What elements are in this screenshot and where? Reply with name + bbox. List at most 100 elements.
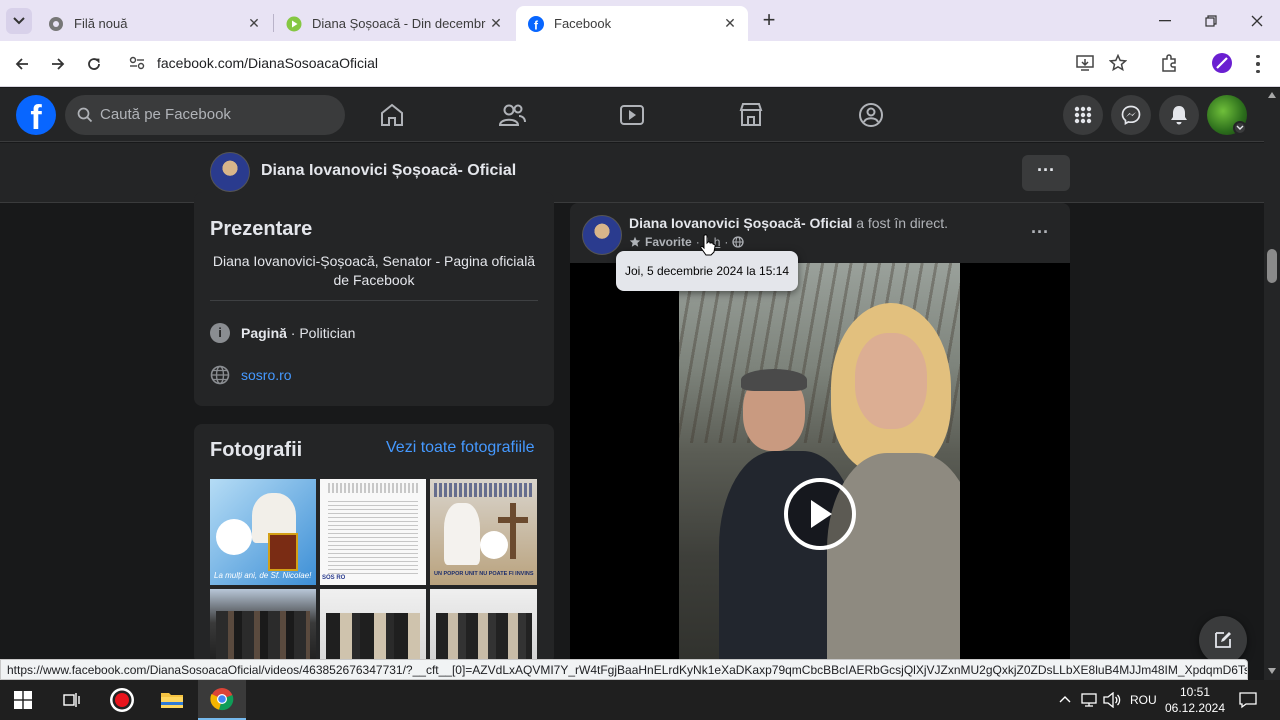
back-button[interactable] [8,50,36,78]
photo-thumbnail[interactable]: SOS RO [320,479,426,585]
forward-button[interactable] [44,50,72,78]
recorder-app[interactable] [100,680,144,720]
close-icon [1251,15,1263,27]
task-view-icon [63,693,80,707]
home-icon[interactable] [377,100,407,130]
scroll-up-icon[interactable] [1268,92,1276,98]
rumble-icon [286,16,302,31]
marketplace-icon[interactable] [736,100,766,130]
search-input[interactable]: Caută pe Facebook [65,95,345,135]
post-author[interactable]: Diana Iovanovici Șoșoacă- Oficial [629,215,852,231]
windows-taskbar: ROU 10:51 06.12.2024 [0,680,1280,720]
tab-facebook[interactable]: f Facebook ✕ [516,6,748,41]
arrow-right-icon [52,58,65,70]
photo-thumbnail[interactable] [320,589,426,664]
groups-icon[interactable] [856,100,886,130]
clock[interactable]: 10:51 06.12.2024 [1162,684,1228,716]
photo-thumbnail[interactable]: UN POPOR UNIT NU POATE FI ÎNVINS! [430,479,537,585]
notifications-center-icon[interactable] [1239,691,1257,709]
play-button[interactable] [784,478,856,550]
browser-toolbar: facebook.com/DianaSosoacaOficial [0,41,1280,87]
menu-button[interactable] [1063,95,1103,135]
install-app-icon[interactable] [1076,55,1094,71]
scroll-down-icon[interactable] [1268,668,1276,674]
language-indicator[interactable]: ROU [1130,693,1157,707]
minimize-button[interactable] [1142,6,1188,36]
photo-thumbnail[interactable] [210,589,316,664]
icon-card [268,533,298,571]
info-icon: i [210,323,230,343]
bookmark-star-icon[interactable] [1109,54,1127,72]
url-text: facebook.com/DianaSosoacaOficial [157,55,379,71]
facebook-logo[interactable]: f [16,95,56,137]
chrome-app[interactable] [198,680,246,720]
start-button[interactable] [0,680,46,720]
page-name[interactable]: Diana Iovanovici Șoșoacă- Oficial [261,162,516,180]
hand-cursor-icon [700,234,716,256]
profile-avatar[interactable] [1212,53,1232,73]
chevron-up-icon[interactable] [1059,695,1071,703]
file-explorer-app[interactable] [150,680,194,720]
sosro-logo [216,519,252,555]
photo-people [326,613,420,664]
compose-icon [1215,632,1231,648]
tab-title: Filă nouă [74,16,128,31]
tab-search-button[interactable] [6,8,32,34]
intro-card: Prezentare Diana Iovanovici-Șoșoacă, Sen… [194,192,554,406]
close-window-button[interactable] [1234,6,1280,36]
chevron-down-icon [1236,125,1244,130]
chrome-icon [210,688,234,711]
scrollbar-thumb[interactable] [1267,249,1277,283]
live-video-player[interactable] [570,263,1070,673]
woman-face [855,333,927,429]
tab-rumble[interactable]: Diana Șoșoacă - Din decembrie ✕ [274,6,514,41]
cross-icon-bar [498,517,528,523]
post-audience[interactable]: Favorite [645,235,692,249]
windows-icon [14,691,32,709]
clock-date: 06.12.2024 [1164,701,1226,715]
website-link[interactable]: sosro.ro [241,367,292,383]
document-text [328,501,418,577]
timestamp-tooltip: Joi, 5 decembrie 2024 la 15:14 [616,251,798,291]
video-frame [679,263,960,673]
photo-thumbnail[interactable] [430,589,537,664]
browser-menu-button[interactable] [1248,53,1268,75]
photo-figure [444,503,480,565]
task-view-button[interactable] [50,680,94,720]
photo-headline [434,483,533,497]
separator-dot: · [724,235,729,249]
close-tab-icon[interactable]: ✕ [244,15,264,32]
account-chevron[interactable] [1233,121,1247,135]
photo-thumbnail[interactable]: La mulți ani, de Sf. Nicolae! [210,479,316,585]
play-icon [811,500,832,528]
close-tab-icon[interactable]: ✕ [720,15,740,32]
document-header [328,483,418,493]
extensions-icon[interactable] [1160,54,1178,72]
messenger-button[interactable] [1111,95,1151,135]
search-placeholder: Caută pe Facebook [100,106,231,123]
woman-body [827,453,960,673]
new-message-button[interactable] [1199,616,1247,664]
address-bar[interactable]: facebook.com/DianaSosoacaOficial [120,46,1140,80]
video-icon[interactable] [617,100,647,130]
notifications-button[interactable] [1159,95,1199,135]
see-all-photos-link[interactable]: Vezi toate fotografiile [386,439,535,457]
close-tab-icon[interactable]: ✕ [486,15,506,32]
page-more-button[interactable]: ··· [1022,155,1070,191]
cross-icon [510,503,516,559]
network-icon[interactable] [1080,692,1098,708]
reload-button[interactable] [80,50,108,78]
volume-icon[interactable] [1103,692,1121,708]
post-author-avatar[interactable] [582,215,622,255]
restore-button[interactable] [1188,6,1234,36]
new-tab-button[interactable]: + [756,8,782,34]
site-settings-icon[interactable] [129,56,145,70]
page-avatar[interactable] [210,152,250,192]
friends-icon[interactable] [497,100,527,130]
post-header-line: Diana Iovanovici Șoșoacă- Oficial a fost… [629,215,948,231]
chevron-down-icon [13,17,25,25]
tab-new-tab[interactable]: Filă nouă ✕ [36,6,272,41]
post-options-button[interactable]: ··· [1025,219,1055,249]
sosro-logo [480,531,508,559]
page-scrollbar[interactable] [1264,88,1280,680]
